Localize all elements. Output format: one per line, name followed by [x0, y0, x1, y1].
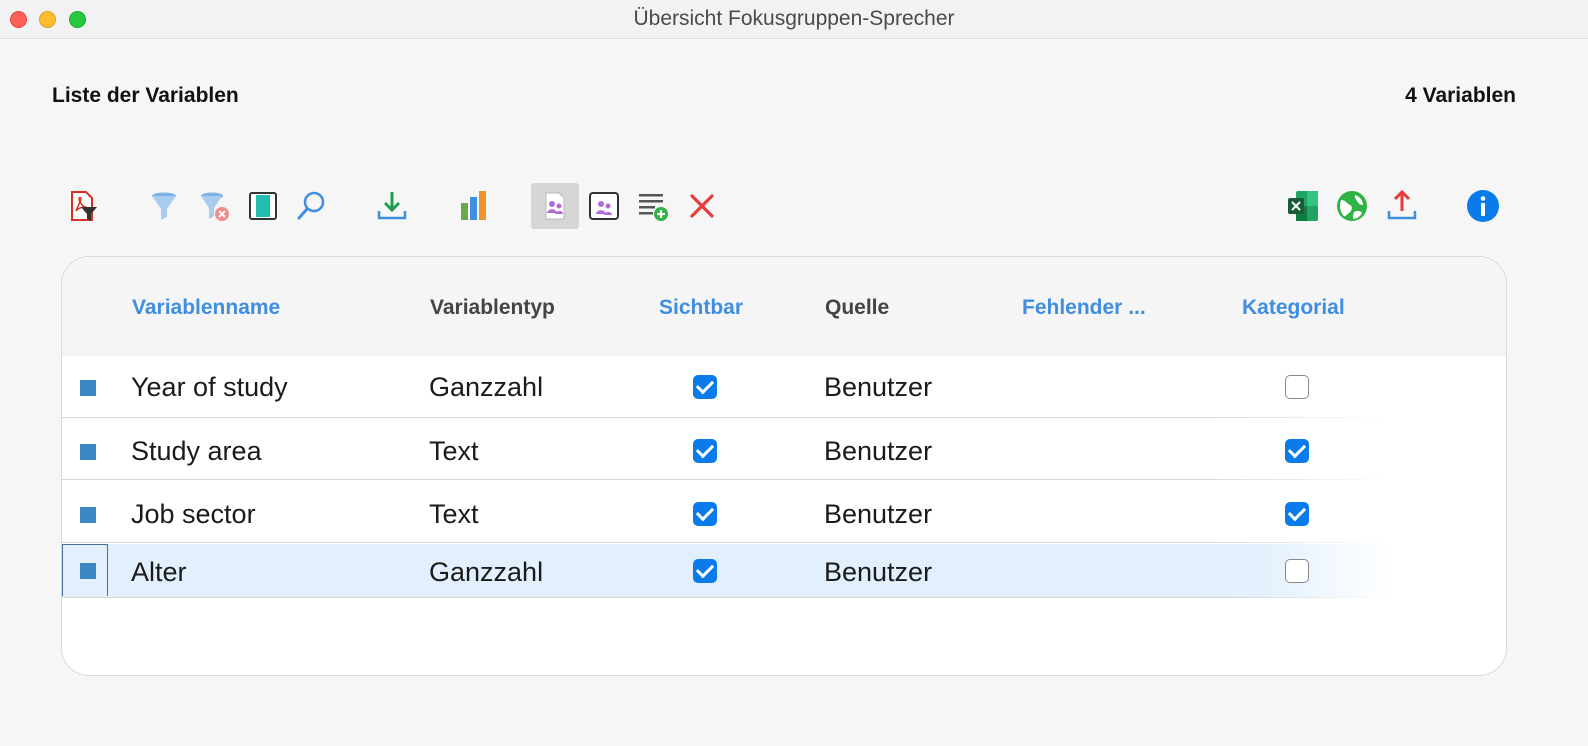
categorical-checkbox[interactable]: [1285, 375, 1309, 399]
excel-export-icon: [1288, 191, 1318, 221]
row-divider: [62, 542, 1392, 543]
focus-group-speakers-button[interactable]: [531, 183, 579, 229]
visible-checkbox[interactable]: [693, 375, 717, 399]
info-icon: [1467, 190, 1499, 222]
categorical-checkbox[interactable]: [1285, 559, 1309, 583]
pdf-filter-icon: [71, 191, 97, 221]
delete-button[interactable]: [678, 183, 726, 229]
clear-filter-button[interactable]: [190, 183, 238, 229]
column-header-variablenname[interactable]: Variablenname: [132, 296, 280, 320]
info-button[interactable]: [1459, 183, 1507, 229]
variable-name: Job sector: [131, 499, 256, 529]
table-header: Variablenname Variablentyp Sichtbar Quel…: [62, 257, 1506, 356]
columns-button[interactable]: [239, 183, 287, 229]
focus-group-speakers-icon: [545, 192, 565, 220]
new-variable-icon: [639, 194, 668, 221]
web-export-icon: [1337, 191, 1367, 221]
chart-button[interactable]: [450, 183, 498, 229]
table-row[interactable]: Job sector Text Benutzer: [62, 481, 1392, 543]
column-header-quelle[interactable]: Quelle: [825, 296, 889, 320]
delete-icon: [690, 194, 714, 218]
row-marker: [80, 380, 96, 396]
variable-source: Benutzer: [824, 557, 933, 587]
export-button[interactable]: [1378, 183, 1426, 229]
title-bar: Übersicht Fokusgruppen-Sprecher: [0, 0, 1588, 39]
search-icon: [297, 191, 325, 220]
columns-icon: [249, 192, 277, 220]
variable-source: Benutzer: [824, 436, 933, 466]
web-export-button[interactable]: [1328, 183, 1376, 229]
visible-checkbox[interactable]: [693, 502, 717, 526]
variable-type: Text: [429, 436, 479, 466]
categorical-checkbox[interactable]: [1285, 502, 1309, 526]
variable-type: Ganzzahl: [429, 372, 544, 402]
filter-button[interactable]: [140, 183, 188, 229]
column-header-kategorial[interactable]: Kategorial: [1242, 296, 1345, 320]
variable-count: 4 Variablen: [1405, 84, 1516, 107]
visible-checkbox[interactable]: [693, 559, 717, 583]
excel-export-button[interactable]: [1279, 183, 1327, 229]
variable-name: Year of study: [131, 372, 288, 402]
row-divider: [62, 479, 1392, 480]
search-button[interactable]: [287, 183, 335, 229]
export-icon: [1387, 189, 1417, 220]
new-variable-button[interactable]: [629, 183, 677, 229]
visible-checkbox[interactable]: [693, 439, 717, 463]
variables-table: Variablenname Variablentyp Sichtbar Quel…: [61, 256, 1507, 676]
clear-filter-icon: [201, 192, 229, 221]
variable-source: Benutzer: [824, 372, 933, 402]
list-title: Liste der Variablen: [52, 84, 239, 107]
variable-type: Ganzzahl: [429, 557, 544, 587]
column-header-fehlender[interactable]: Fehlender ...: [1022, 296, 1146, 320]
row-marker: [80, 507, 96, 523]
focus-group-window-icon: [589, 192, 619, 220]
row-marker: [80, 444, 96, 460]
variable-name: Alter: [131, 557, 187, 587]
row-divider: [62, 597, 1392, 598]
table-row-selected[interactable]: Alter Ganzzahl Benutzer: [62, 544, 1392, 598]
table-row[interactable]: Year of study Ganzzahl Benutzer: [62, 356, 1392, 418]
categorical-checkbox[interactable]: [1285, 439, 1309, 463]
row-marker: [80, 563, 96, 579]
import-button[interactable]: [368, 183, 416, 229]
chart-icon: [461, 191, 486, 220]
variable-source: Benutzer: [824, 499, 933, 529]
table-row[interactable]: Study area Text Benutzer: [62, 418, 1392, 480]
filter-icon: [152, 192, 176, 220]
focus-group-window-button[interactable]: [580, 183, 628, 229]
column-header-sichtbar[interactable]: Sichtbar: [659, 296, 743, 320]
column-header-variablentyp[interactable]: Variablentyp: [430, 296, 555, 320]
variable-type: Text: [429, 499, 479, 529]
pdf-filter-button[interactable]: [58, 183, 106, 229]
import-icon: [377, 192, 407, 220]
variable-name: Study area: [131, 436, 262, 466]
window-title: Übersicht Fokusgruppen-Sprecher: [633, 7, 955, 30]
